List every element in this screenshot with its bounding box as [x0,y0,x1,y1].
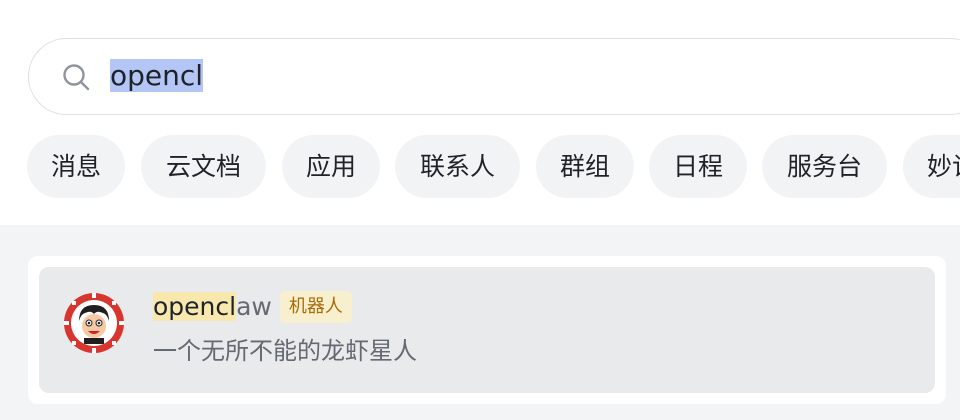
search-icon [63,64,90,91]
robot-avatar [64,293,124,353]
name-match-highlight: opencl [153,292,237,321]
tab-help-desk[interactable]: 服务台 [762,135,887,198]
tab-calendar[interactable]: 日程 [649,135,747,198]
selected-query-text: opencl [110,59,204,92]
name-remainder: aw [236,292,272,321]
search-query-text[interactable]: opencl [109,53,204,99]
results-panel: openclaw 机器人 一个无所不能的龙虾星人 [28,256,946,404]
tab-cloud-docs[interactable]: 云文档 [141,135,266,198]
bot-badge: 机器人 [279,291,352,323]
search-input[interactable]: opencl [28,38,960,115]
tab-contacts[interactable]: 联系人 [395,135,520,198]
tab-groups[interactable]: 群组 [536,135,634,198]
result-title-row: openclaw 机器人 [153,289,352,325]
tab-messages[interactable]: 消息 [27,135,125,198]
tab-apps[interactable]: 应用 [282,135,380,198]
tab-minutes[interactable]: 妙记 [903,135,960,198]
search-header: opencl 消息 云文档 应用 联系人 群组 日程 服务台 妙记 [0,0,960,225]
search-result-item[interactable]: openclaw 机器人 一个无所不能的龙虾星人 [39,267,935,393]
bot-description: 一个无所不能的龙虾星人 [153,337,417,365]
bot-name: openclaw [153,290,272,324]
